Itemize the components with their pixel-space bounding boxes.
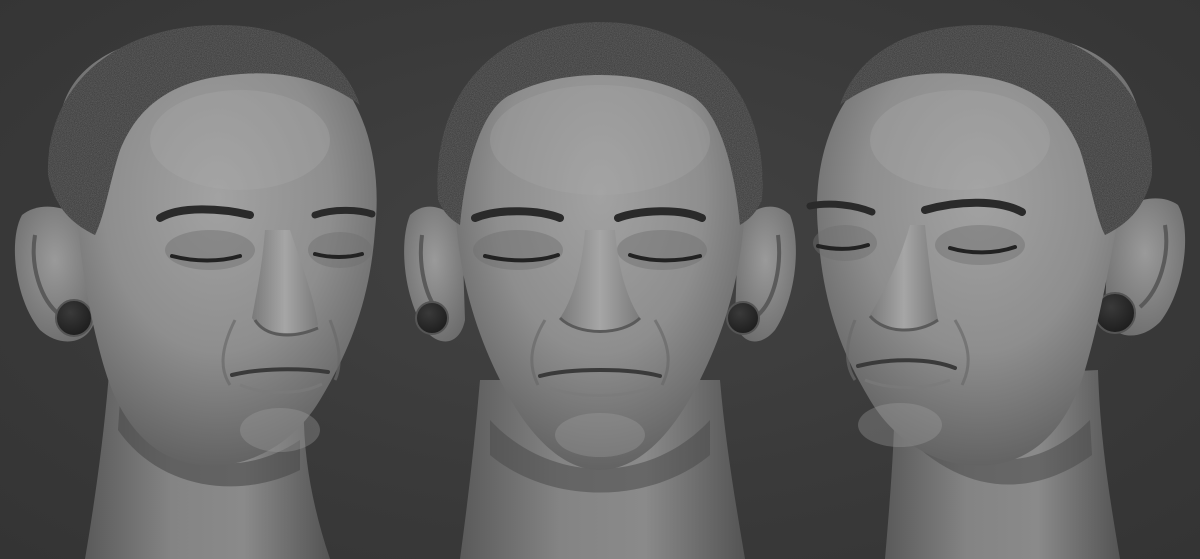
head-view-front: [400, 0, 800, 559]
render-viewport: [0, 0, 1200, 559]
head-view-three-quarter-left: [0, 0, 400, 559]
ear-plug-right: [726, 301, 760, 335]
ear-plug-left: [415, 301, 449, 335]
head-view-three-quarter-right: [800, 0, 1200, 559]
ear-plug-left: [55, 299, 93, 337]
